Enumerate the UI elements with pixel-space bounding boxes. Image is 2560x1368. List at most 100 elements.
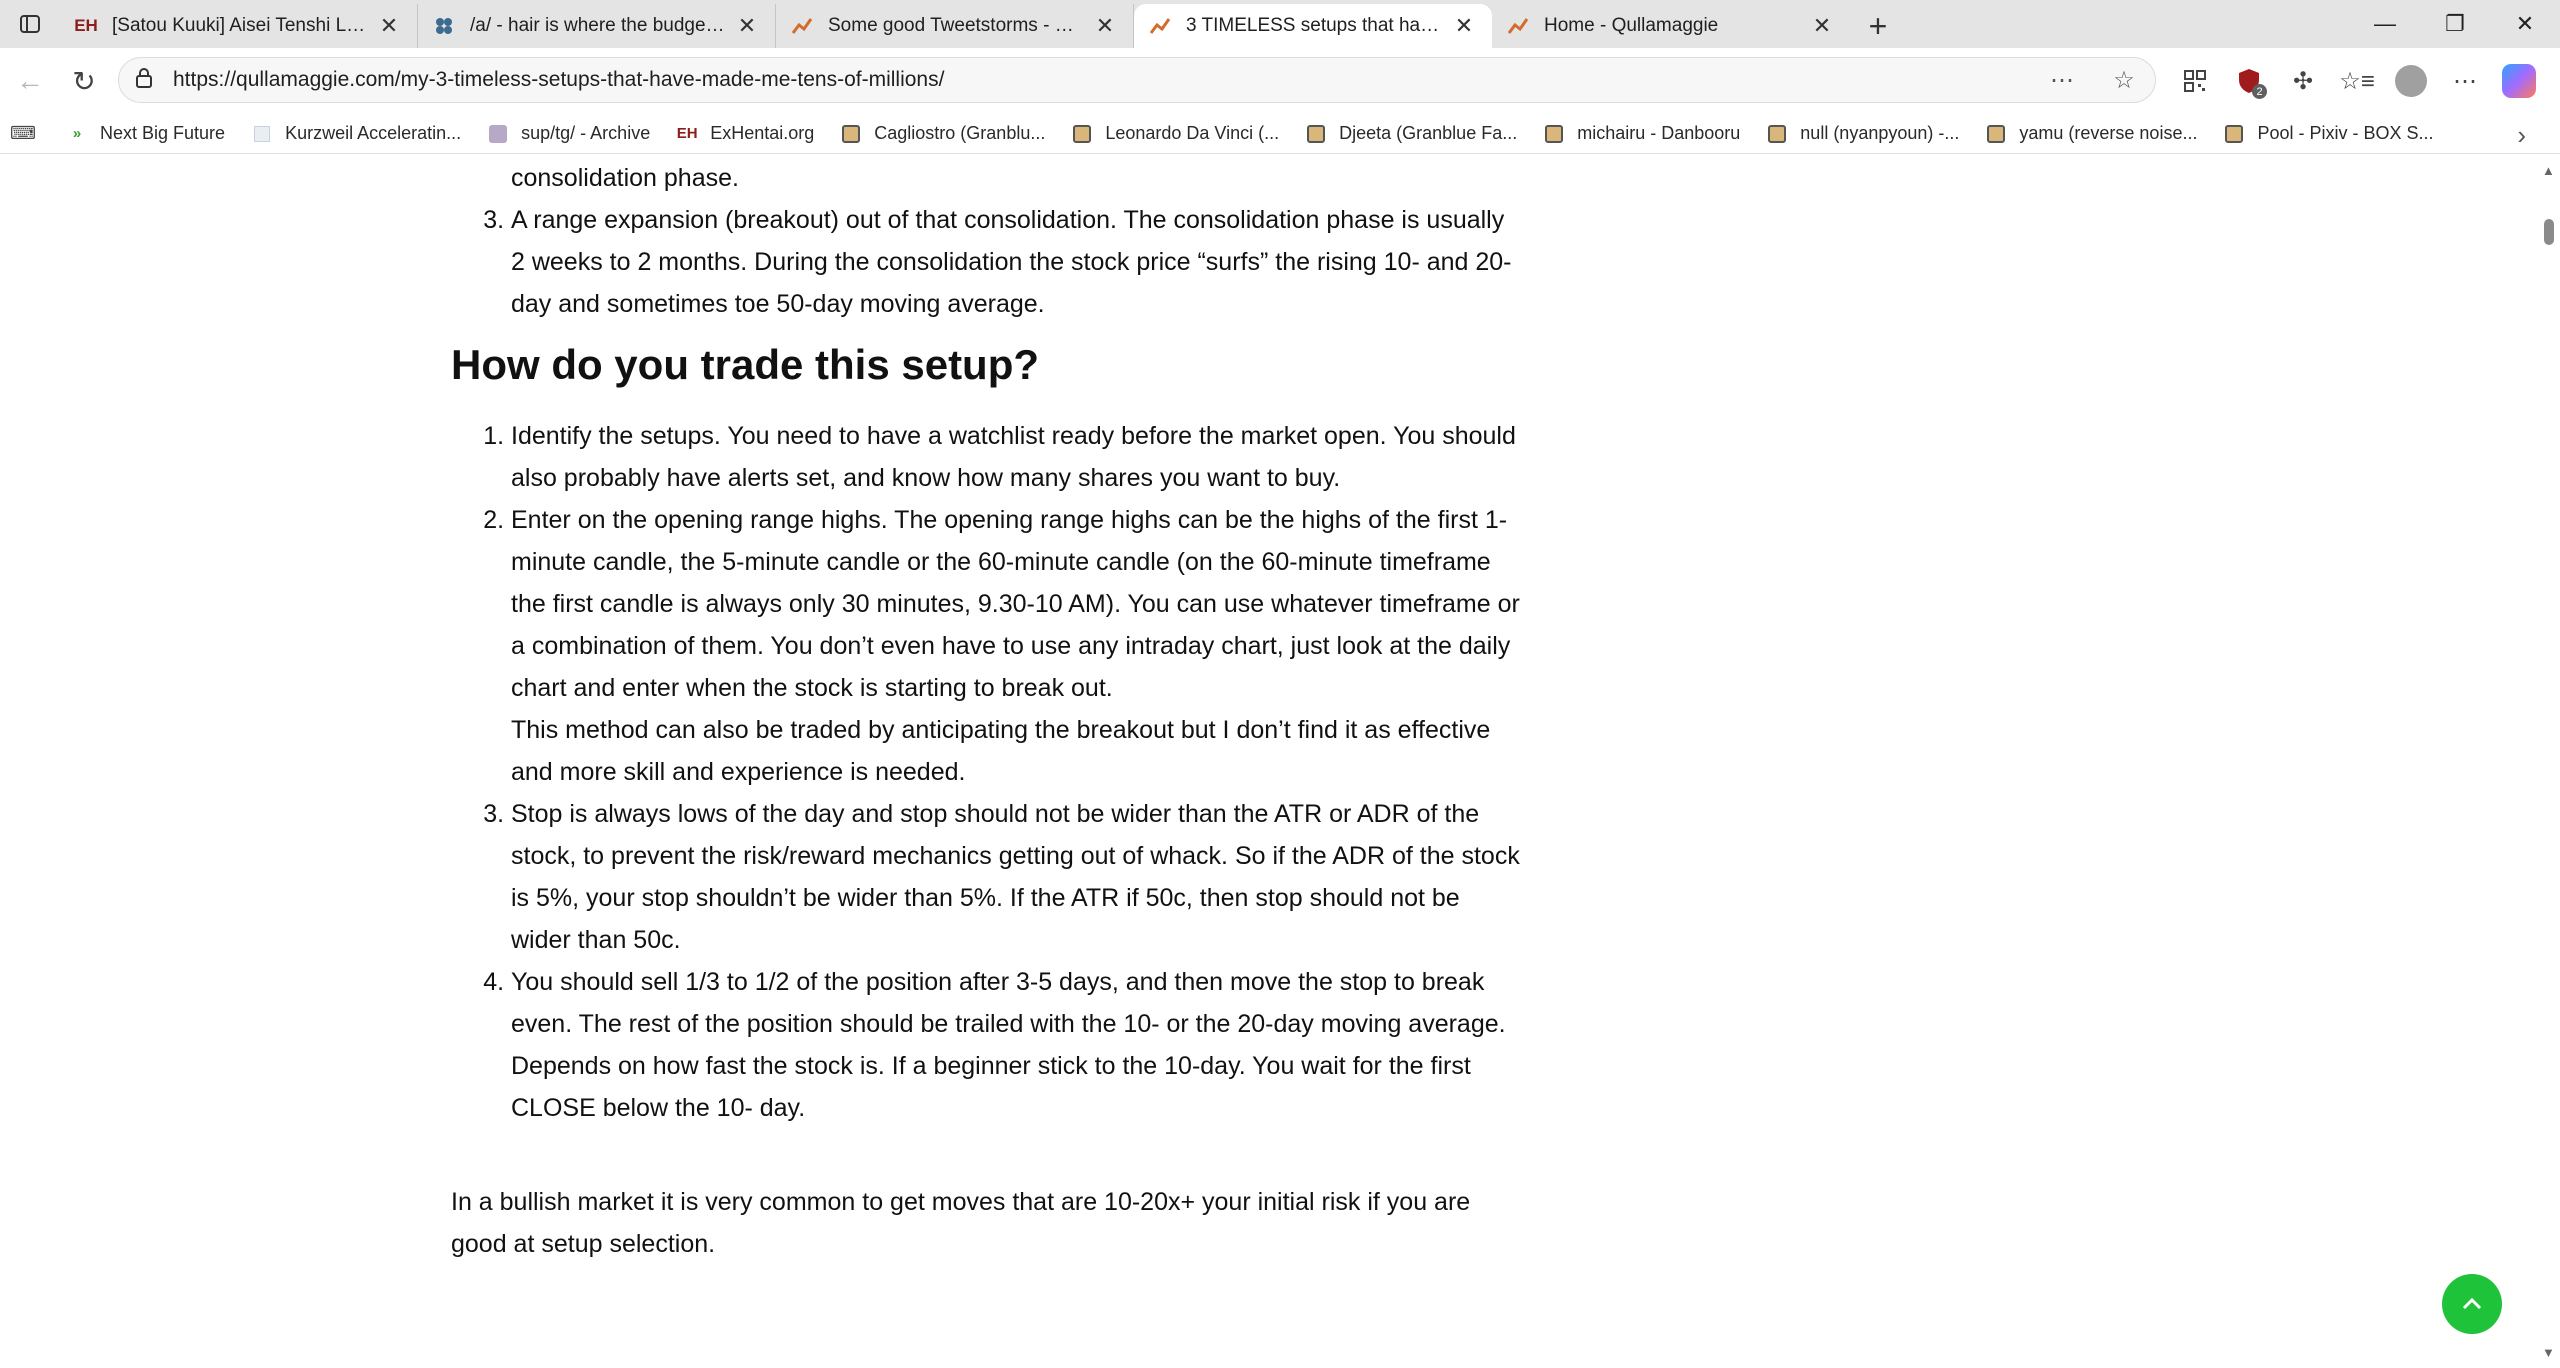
apps-icon[interactable]: ⌨	[10, 123, 66, 144]
close-tab-icon[interactable]: ✕	[1091, 12, 1119, 40]
chevron-right-icon[interactable]: ›	[2517, 120, 2526, 151]
tab-strip: EH [Satou Kuuki] Aisei Tenshi Love Mi ✕ …	[0, 0, 2560, 48]
trading-steps-list: Identify the setups. You need to have a …	[451, 415, 1521, 1129]
bookmark-label: null (nyanpyoun) -...	[1800, 123, 1960, 143]
lock-icon[interactable]	[135, 67, 163, 93]
bookmark-label: Leonardo Da Vinci (...	[1105, 123, 1280, 143]
bookmark-label: Kurzweil Acceleratin...	[285, 123, 462, 143]
bookmark-label: michairu - Danbooru	[1577, 123, 1741, 143]
bookmark-label: Pool - Pixiv - BOX S...	[2257, 123, 2434, 143]
tab-title: Home - Qullamaggie	[1544, 15, 1719, 36]
tab-home-qullamaggie[interactable]: Home - Qullamaggie ✕	[1492, 4, 1850, 48]
folder-icon	[1985, 124, 2007, 144]
reload-icon: ↻	[72, 65, 96, 97]
bookmark-next-big-future[interactable]: » Next Big Future	[66, 123, 225, 144]
close-window-icon[interactable]: ✕	[2490, 0, 2560, 48]
tab-actions-icon	[20, 15, 40, 33]
favorite-star-icon[interactable]: ☆	[2093, 66, 2155, 95]
address-bar[interactable]: https://qullamaggie.com/my-3-timeless-se…	[118, 57, 2156, 103]
folder-icon	[2223, 124, 2245, 144]
setup-criteria-list-cont: A range expansion (breakout) out of that…	[451, 199, 1521, 325]
bookmark-label: yamu (reverse noise...	[2019, 123, 2198, 143]
setup-criteria-list: consolidation phase.	[451, 157, 1521, 199]
reload-button[interactable]: ↻	[58, 55, 110, 107]
list-item: consolidation phase.	[511, 164, 739, 192]
back-button[interactable]: ←	[4, 55, 56, 107]
reader-mode-icon[interactable]: ⋯	[2031, 66, 2093, 95]
tab-tweetstorms[interactable]: Some good Tweetstorms - Qullam ✕	[776, 4, 1134, 48]
profile-avatar[interactable]	[2384, 56, 2438, 106]
list-item: Enter on the opening range highs. The op…	[511, 499, 1521, 793]
minimize-icon[interactable]: —	[2350, 0, 2420, 48]
list-item: You should sell 1/3 to 1/2 of the positi…	[511, 961, 1521, 1129]
favorites-list-icon[interactable]: ☆≡	[2330, 56, 2384, 106]
web-page: consolidation phase. A range expansion (…	[0, 155, 2536, 1368]
chart-icon	[790, 14, 814, 38]
section-heading: How do you trade this setup?	[451, 341, 1040, 388]
extension-badge: 2	[2252, 84, 2267, 99]
article-body: consolidation phase. A range expansion (…	[451, 155, 1521, 1265]
tab-timeless-setups[interactable]: 3 TIMELESS setups that have mad ✕	[1134, 4, 1492, 48]
restore-icon[interactable]: ❐	[2420, 0, 2490, 48]
bookmark-yamu[interactable]: yamu (reverse noise...	[1985, 123, 2197, 144]
vertical-scrollbar[interactable]: ▲ ▼	[2536, 155, 2560, 1368]
window-controls: — ❐ ✕	[2350, 0, 2560, 48]
close-tab-icon[interactable]: ✕	[1450, 12, 1478, 40]
new-tab-button[interactable]: +	[1850, 4, 1906, 48]
bookmark-leonardo[interactable]: Leonardo Da Vinci (...	[1071, 123, 1279, 144]
chart-icon	[1506, 14, 1530, 38]
eh-favicon-icon: EH	[74, 16, 98, 35]
clover-icon	[432, 14, 456, 38]
folder-icon	[840, 124, 862, 144]
closing-paragraph: In a bullish market it is very common to…	[451, 1188, 1471, 1258]
chevron-up-icon	[2462, 1297, 2482, 1310]
bookmark-exhentai[interactable]: EH ExHentai.org	[676, 123, 814, 144]
qr-code-icon[interactable]	[2168, 56, 2222, 106]
tab-satou-kuuki[interactable]: EH [Satou Kuuki] Aisei Tenshi Love Mi ✕	[60, 4, 418, 48]
step-note: This method can also be traded by antici…	[511, 716, 1491, 786]
list-item: Stop is always lows of the day and stop …	[511, 793, 1521, 961]
scroll-up-arrow-icon[interactable]: ▲	[2542, 163, 2555, 178]
bookmark-pixiv-pool[interactable]: Pool - Pixiv - BOX S...	[2223, 123, 2434, 144]
tab-title: 3 TIMELESS setups that have mad	[1186, 15, 1442, 36]
bookmarks-bar: ⌨ » Next Big Future Kurzweil Acceleratin…	[0, 114, 2560, 154]
nbf-icon: »	[72, 125, 82, 142]
avatar	[2395, 65, 2427, 97]
back-to-top-button[interactable]	[2442, 1274, 2502, 1334]
bookmark-sup-tg[interactable]: sup/tg/ - Archive	[487, 123, 650, 144]
bookmark-label: sup/tg/ - Archive	[521, 123, 651, 143]
page-icon	[251, 124, 273, 144]
bookmark-cagliostro[interactable]: Cagliostro (Granblu...	[840, 123, 1045, 144]
extension-toolbar: 2 ✣ ☆≡ ⋯	[2168, 56, 2546, 106]
bookmark-michairu[interactable]: michairu - Danbooru	[1543, 123, 1740, 144]
extensions-puzzle-icon[interactable]: ✣	[2276, 56, 2330, 106]
bookmark-label: Djeeta (Granblue Fa...	[1339, 123, 1518, 143]
bookmark-null-nyanpyoun[interactable]: null (nyanpyoun) -...	[1766, 123, 1959, 144]
close-tab-icon[interactable]: ✕	[1808, 12, 1836, 40]
tab-title: [Satou Kuuki] Aisei Tenshi Love Mi	[112, 15, 367, 36]
url-text[interactable]: https://qullamaggie.com/my-3-timeless-se…	[163, 68, 2031, 92]
scrollbar-thumb[interactable]	[2544, 219, 2554, 245]
bookmark-kurzweil[interactable]: Kurzweil Acceleratin...	[251, 123, 461, 144]
folder-icon	[1543, 124, 1565, 144]
scroll-down-arrow-icon[interactable]: ▼	[2542, 1345, 2555, 1360]
bookmark-djeeta[interactable]: Djeeta (Granblue Fa...	[1305, 123, 1517, 144]
close-tab-icon[interactable]: ✕	[375, 12, 403, 40]
tab-title: Some good Tweetstorms - Qullam	[828, 15, 1083, 36]
tab-actions-button[interactable]	[0, 0, 60, 48]
browser-toolbar: ← ↻ https://qullamaggie.com/my-3-timeles…	[0, 48, 2560, 114]
step-text: Enter on the opening range highs. The op…	[511, 506, 1520, 702]
copilot-logo	[2502, 64, 2536, 98]
folder-icon	[1766, 124, 1788, 144]
ublock-shield-icon[interactable]: 2	[2222, 56, 2276, 106]
tab-a-board[interactable]: /a/ - hair is where the budget in a ✕	[418, 4, 776, 48]
settings-more-icon[interactable]: ⋯	[2438, 56, 2492, 106]
close-tab-icon[interactable]: ✕	[733, 12, 761, 40]
tab-title: /a/ - hair is where the budget in a	[470, 15, 725, 36]
chart-icon	[1148, 14, 1172, 38]
copilot-icon[interactable]	[2492, 56, 2546, 106]
folder-icon	[1071, 124, 1093, 144]
folder-icon	[1305, 124, 1327, 144]
bookmark-label: Cagliostro (Granblu...	[874, 123, 1046, 143]
list-item: Identify the setups. You need to have a …	[511, 415, 1521, 499]
